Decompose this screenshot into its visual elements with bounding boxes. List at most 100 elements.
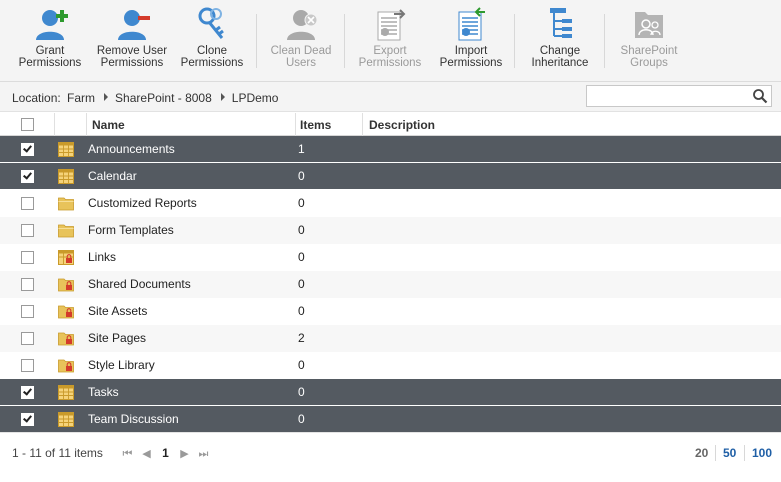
row-name[interactable]: Shared Documents [88,271,191,298]
search-box[interactable] [586,85,772,107]
import-label-1: Import [454,45,488,57]
row-name[interactable]: Tasks [88,379,119,406]
row-checkbox[interactable] [21,170,34,183]
grant-label-1: Grant [35,45,65,57]
page-size-50[interactable]: 50 [723,446,736,460]
row-name[interactable]: Team Discussion [88,406,179,433]
grid-body: Announcements 1 Calendar 0 Customized Report… [0,136,781,433]
row-name[interactable]: Form Templates [88,217,174,244]
grid-footer: 1 - 11 of 11 items ⏮ ◀ 1 ▶ ⏭ 20 50 100 [0,432,781,472]
table-row[interactable]: Team Discussion 0 [0,406,781,433]
page-size-divider [744,445,745,461]
breadcrumb-webapp[interactable]: SharePoint - 8008 [115,91,212,105]
clean-dead-label-1: Clean Dead [270,45,332,57]
row-checkbox[interactable] [21,278,34,291]
table-row[interactable]: Shared Documents 0 [0,271,781,298]
breadcrumb-arrow-icon [104,93,109,101]
import-permissions-button[interactable]: Import Permissions [436,6,506,74]
row-checkbox[interactable] [21,386,34,399]
breadcrumb-site[interactable]: LPDemo [232,91,279,105]
table-row[interactable]: Form Templates 0 [0,217,781,244]
row-checkbox[interactable] [21,332,34,345]
ribbon-divider [344,14,345,68]
header-name[interactable]: Name [92,113,125,136]
prev-page-icon[interactable]: ◀ [137,447,156,460]
row-name[interactable]: Links [88,244,116,271]
column-divider [362,113,363,136]
search-icon[interactable] [752,88,768,104]
row-items: 0 [298,250,305,264]
row-checkbox[interactable] [21,305,34,318]
row-items: 0 [298,385,305,399]
row-name[interactable]: Style Library [88,352,155,379]
table-row[interactable]: Customized Reports 0 [0,190,781,217]
column-divider [54,113,55,136]
table-row[interactable]: Site Pages 2 [0,325,781,352]
group-folder-icon [635,12,663,38]
import-label-2: Permissions [439,57,503,69]
select-all-checkbox[interactable] [21,118,34,131]
export-label-1: Export [373,45,407,57]
row-checkbox[interactable] [21,224,34,237]
checkmark-icon [23,386,32,396]
ribbon-toolbar: Grant Permissions Remove User Permission… [0,0,781,82]
change-inheritance-label-1: Change [539,45,581,57]
checkmark-icon [23,170,32,180]
current-page[interactable]: 1 [156,446,175,460]
column-divider [295,113,296,136]
column-divider [86,113,87,136]
page-size-20[interactable]: 20 [695,446,708,460]
location-bar: Location: Farm SharePoint - 8008 LPDemo [0,82,781,112]
clone-keys-icon [198,7,224,39]
row-items: 2 [298,331,305,345]
row-name[interactable]: Site Pages [88,325,146,352]
change-inheritance-button[interactable]: Change Inheritance [524,6,596,74]
row-items: 0 [298,196,305,210]
breadcrumb-arrow-icon [220,93,225,101]
row-checkbox[interactable] [21,359,34,372]
lists-grid: Name Items Description Announcements 1 Cal… [0,113,781,433]
search-input[interactable] [587,86,747,106]
grant-permissions-button[interactable]: Grant Permissions [14,6,86,74]
checkmark-icon [23,143,32,153]
remove-user-icon [118,10,150,40]
row-name[interactable]: Calendar [88,163,137,190]
header-items[interactable]: Items [300,113,331,136]
ribbon-divider [514,14,515,68]
table-row[interactable]: Announcements 1 [0,136,781,163]
first-page-icon[interactable]: ⏮ [118,448,137,461]
grant-user-icon [36,10,68,40]
next-page-icon[interactable]: ▶ [175,447,194,460]
ribbon-divider [604,14,605,68]
table-row[interactable]: Calendar 0 [0,163,781,190]
clean-dead-users-button[interactable]: Clean Dead Users [266,6,336,74]
remove-user-label-2: Permissions [100,57,164,69]
clone-permissions-button[interactable]: Clone Permissions [178,6,246,74]
table-row[interactable]: Links 0 [0,244,781,271]
table-row[interactable]: Site Assets 0 [0,298,781,325]
dead-user-icon [287,10,318,40]
sp-groups-label-2: Groups [630,57,668,69]
ribbon-divider [256,14,257,68]
breadcrumb-farm[interactable]: Farm [67,91,95,105]
row-items: 0 [298,412,305,426]
row-checkbox[interactable] [21,143,34,156]
row-name[interactable]: Customized Reports [88,190,197,217]
row-items: 0 [298,223,305,237]
page-size-100[interactable]: 100 [752,446,772,460]
last-page-icon[interactable]: ⏭ [194,448,213,461]
row-name[interactable]: Site Assets [88,298,147,325]
header-description[interactable]: Description [369,113,435,136]
row-name[interactable]: Announcements [88,136,175,163]
row-checkbox[interactable] [21,413,34,426]
sharepoint-groups-button[interactable]: SharePoint Groups [614,6,684,74]
row-checkbox[interactable] [21,251,34,264]
table-row[interactable]: Tasks 0 [0,379,781,406]
clone-label-2: Permissions [180,57,244,69]
import-icon [458,7,485,41]
export-permissions-button[interactable]: Export Permissions [354,6,426,74]
remove-user-permissions-button[interactable]: Remove User Permissions [94,6,170,74]
pager: ⏮ ◀ 1 ▶ ⏭ [118,446,213,461]
table-row[interactable]: Style Library 0 [0,352,781,379]
row-checkbox[interactable] [21,197,34,210]
